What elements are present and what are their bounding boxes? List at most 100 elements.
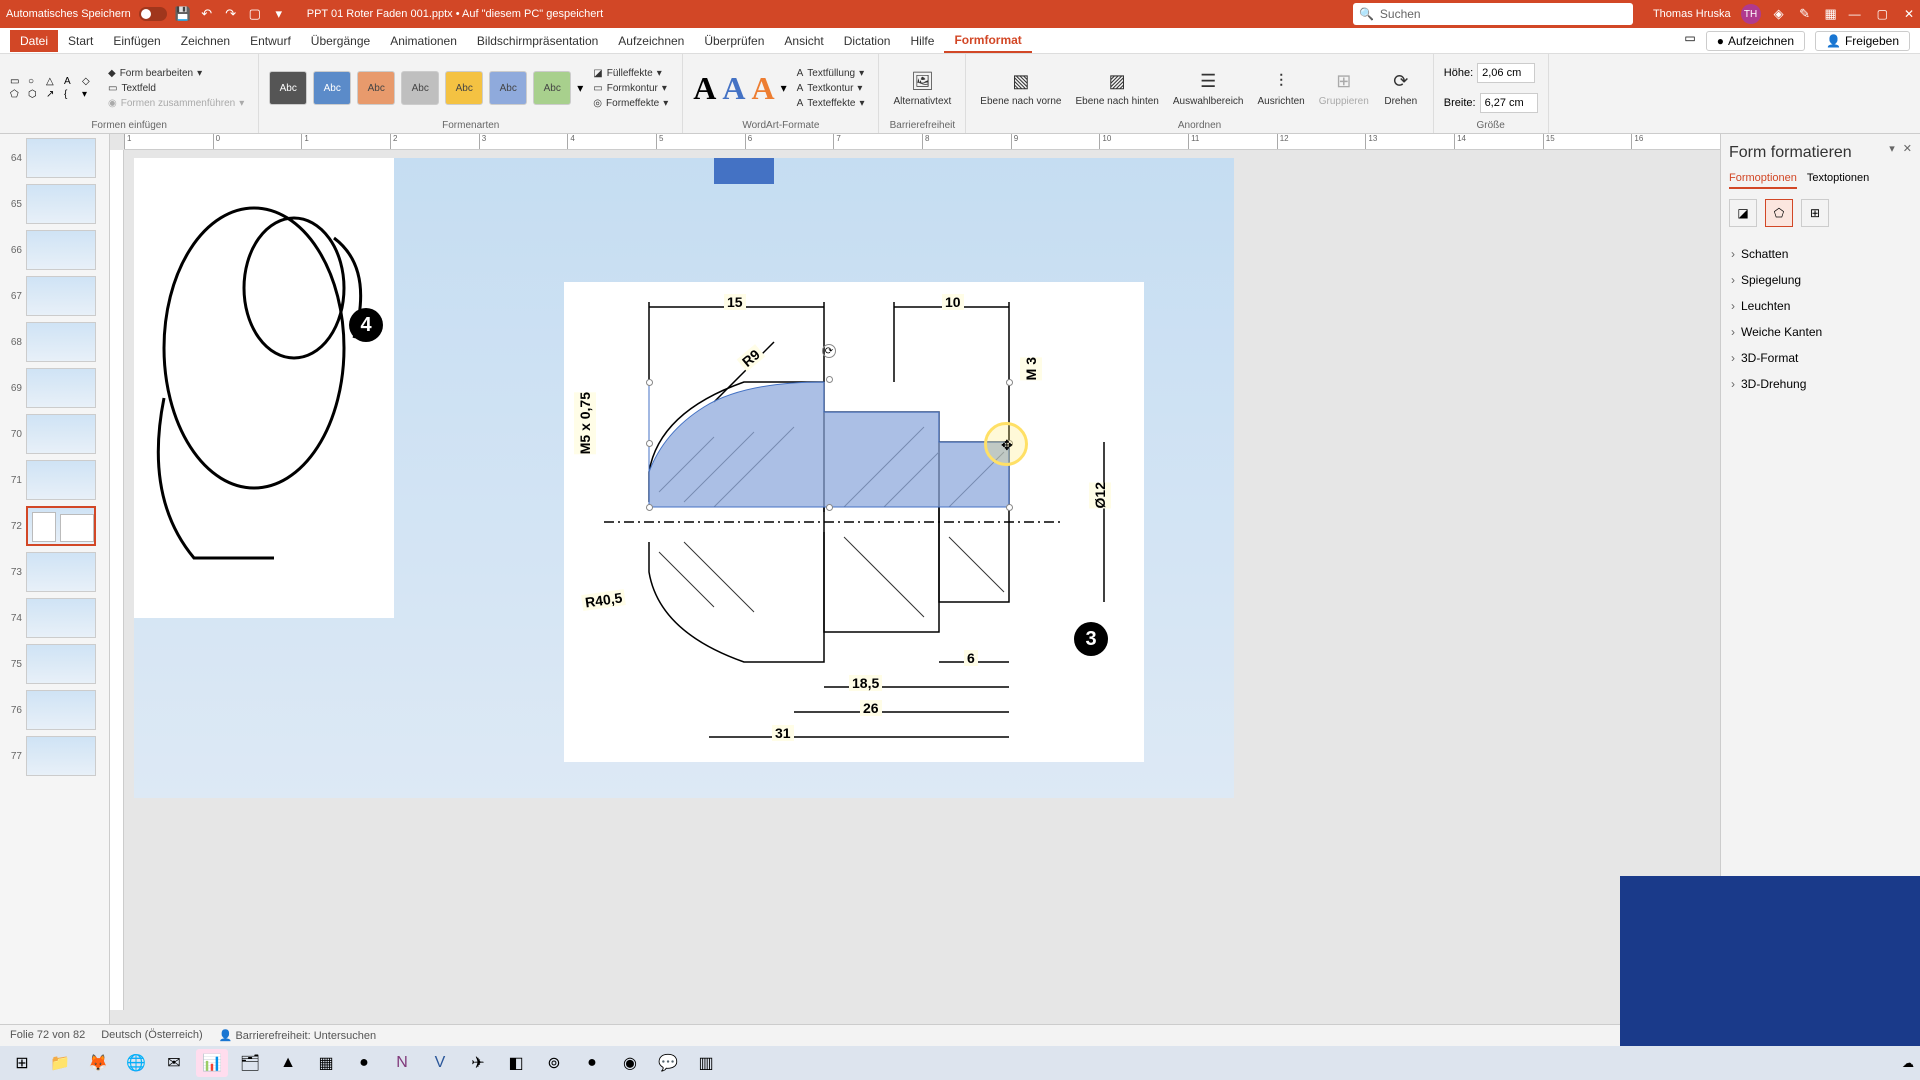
- tab-help[interactable]: Hilfe: [900, 30, 944, 52]
- accent-rectangle[interactable]: [714, 158, 774, 184]
- user-name[interactable]: Thomas Hruska: [1653, 8, 1731, 20]
- tab-shape-options[interactable]: Formoptionen: [1729, 172, 1797, 189]
- rotate-button[interactable]: ⟳Drehen: [1379, 68, 1423, 109]
- text-outline-button[interactable]: A Textkontur ▾: [793, 82, 869, 95]
- canvas-area[interactable]: 1012345678910111213141516 4: [110, 134, 1720, 1024]
- onenote-icon[interactable]: N: [386, 1049, 418, 1077]
- wordart-style-1[interactable]: A: [693, 70, 716, 107]
- tab-start[interactable]: Start: [58, 30, 103, 52]
- text-fill-button[interactable]: A Textfüllung ▾: [793, 67, 869, 80]
- close-icon[interactable]: ✕: [1904, 7, 1914, 21]
- thumb-row[interactable]: 64: [4, 138, 105, 178]
- edit-shape-button[interactable]: ◆ Form bearbeiten ▾: [104, 67, 248, 80]
- app3-icon[interactable]: ●: [348, 1049, 380, 1077]
- app-icon[interactable]: 🗂: [234, 1049, 266, 1077]
- thumb-row[interactable]: 74: [4, 598, 105, 638]
- tab-animations[interactable]: Animationen: [380, 30, 467, 52]
- avatar[interactable]: TH: [1741, 4, 1761, 24]
- rotation-handle[interactable]: ⟳: [822, 344, 836, 358]
- save-icon[interactable]: 💾: [175, 6, 191, 22]
- box-icon[interactable]: ▦: [1823, 6, 1839, 22]
- explorer-icon[interactable]: 📁: [44, 1049, 76, 1077]
- shape-style-4[interactable]: Abc: [401, 71, 439, 105]
- start-button[interactable]: ⊞: [6, 1049, 38, 1077]
- tab-record[interactable]: Aufzeichnen: [608, 30, 694, 52]
- thumb-row[interactable]: 72: [4, 506, 105, 546]
- tab-text-options[interactable]: Textoptionen: [1807, 172, 1869, 189]
- alt-text-button[interactable]: 🖼Alternativtext: [889, 68, 955, 109]
- search-box[interactable]: 🔍 Suchen: [1353, 3, 1633, 25]
- pen-icon[interactable]: ✎: [1797, 6, 1813, 22]
- share-button[interactable]: 👤 Freigeben: [1815, 31, 1910, 51]
- selection-pane-button[interactable]: ☰Auswahlbereich: [1169, 68, 1248, 109]
- size-props-icon[interactable]: ⊞: [1801, 199, 1829, 227]
- section-glow[interactable]: Leuchten: [1729, 293, 1912, 319]
- textbox-button[interactable]: ▭ Textfeld: [104, 82, 248, 95]
- telegram-icon[interactable]: ✈: [462, 1049, 494, 1077]
- selection-handle[interactable]: [1006, 379, 1013, 386]
- app8-icon[interactable]: ▥: [690, 1049, 722, 1077]
- language-status[interactable]: Deutsch (Österreich): [101, 1029, 202, 1042]
- tab-dictation[interactable]: Dictation: [834, 30, 901, 52]
- section-3drotation[interactable]: 3D-Drehung: [1729, 371, 1912, 397]
- wordart-style-2[interactable]: A: [722, 70, 745, 107]
- selection-handle[interactable]: [826, 504, 833, 511]
- maximize-icon[interactable]: ▢: [1877, 7, 1888, 21]
- shape-effects-button[interactable]: ◎ Formeffekte ▾: [589, 97, 672, 110]
- thumb-row[interactable]: 71: [4, 460, 105, 500]
- shape-outline-button[interactable]: ▭ Formkontur ▾: [589, 82, 672, 95]
- tab-shapeformat[interactable]: Formformat: [944, 29, 1031, 53]
- selection-handle[interactable]: [646, 504, 653, 511]
- thumb-row[interactable]: 66: [4, 230, 105, 270]
- send-backward-button[interactable]: ▨Ebene nach hinten: [1071, 68, 1162, 109]
- style-more-icon[interactable]: ▾: [577, 81, 583, 95]
- thumb-row[interactable]: 65: [4, 184, 105, 224]
- section-shadow[interactable]: Schatten: [1729, 241, 1912, 267]
- thumb-row[interactable]: 73: [4, 552, 105, 592]
- thumb-row[interactable]: 69: [4, 368, 105, 408]
- redo-icon[interactable]: ↷: [223, 6, 239, 22]
- app6-icon[interactable]: ◉: [614, 1049, 646, 1077]
- visio-icon[interactable]: V: [424, 1049, 456, 1077]
- shape-gallery[interactable]: ▭○△A◇ ⬠⬡↗{▾: [10, 76, 98, 100]
- pane-options-icon[interactable]: ▾: [1889, 142, 1895, 155]
- thumb-row[interactable]: 68: [4, 322, 105, 362]
- shape-style-1[interactable]: Abc: [269, 71, 307, 105]
- thumb-row[interactable]: 76: [4, 690, 105, 730]
- firefox-icon[interactable]: 🦊: [82, 1049, 114, 1077]
- minimize-icon[interactable]: —: [1849, 7, 1861, 21]
- app2-icon[interactable]: ▦: [310, 1049, 342, 1077]
- width-input[interactable]: [1480, 93, 1538, 113]
- section-reflection[interactable]: Spiegelung: [1729, 267, 1912, 293]
- fill-line-icon[interactable]: ◪: [1729, 199, 1757, 227]
- selection-handle[interactable]: [826, 376, 833, 383]
- tab-review[interactable]: Überprüfen: [694, 30, 774, 52]
- shape-style-2[interactable]: Abc: [313, 71, 351, 105]
- shape-style-3[interactable]: Abc: [357, 71, 395, 105]
- tab-design[interactable]: Entwurf: [240, 30, 301, 52]
- collapse-ribbon-icon[interactable]: ▭: [1684, 31, 1695, 51]
- weather-icon[interactable]: ☁: [1902, 1056, 1914, 1070]
- undo-icon[interactable]: ↶: [199, 6, 215, 22]
- app5-icon[interactable]: ●: [576, 1049, 608, 1077]
- tab-file[interactable]: Datei: [10, 30, 58, 52]
- accessibility-status[interactable]: 👤 Barrierefreiheit: Untersuchen: [219, 1029, 376, 1042]
- selection-handle[interactable]: [1006, 504, 1013, 511]
- tab-draw[interactable]: Zeichnen: [171, 30, 240, 52]
- section-softedges[interactable]: Weiche Kanten: [1729, 319, 1912, 345]
- slide-counter[interactable]: Folie 72 von 82: [10, 1029, 85, 1042]
- thumb-row[interactable]: 75: [4, 644, 105, 684]
- tab-view[interactable]: Ansicht: [774, 30, 833, 52]
- selection-handle[interactable]: [646, 379, 653, 386]
- selection-handle[interactable]: [646, 440, 653, 447]
- powerpoint-icon[interactable]: 📊: [196, 1049, 228, 1077]
- height-input[interactable]: [1477, 63, 1535, 83]
- tab-slideshow[interactable]: Bildschirmpräsentation: [467, 30, 608, 52]
- slide-thumbnails[interactable]: 6465666768697071727374757677: [0, 134, 110, 1024]
- shape-style-5[interactable]: Abc: [445, 71, 483, 105]
- diamond-icon[interactable]: ◈: [1771, 6, 1787, 22]
- shape-style-6[interactable]: Abc: [489, 71, 527, 105]
- shape-style-7[interactable]: Abc: [533, 71, 571, 105]
- thumb-row[interactable]: 77: [4, 736, 105, 776]
- effects-icon[interactable]: ⬠: [1765, 199, 1793, 227]
